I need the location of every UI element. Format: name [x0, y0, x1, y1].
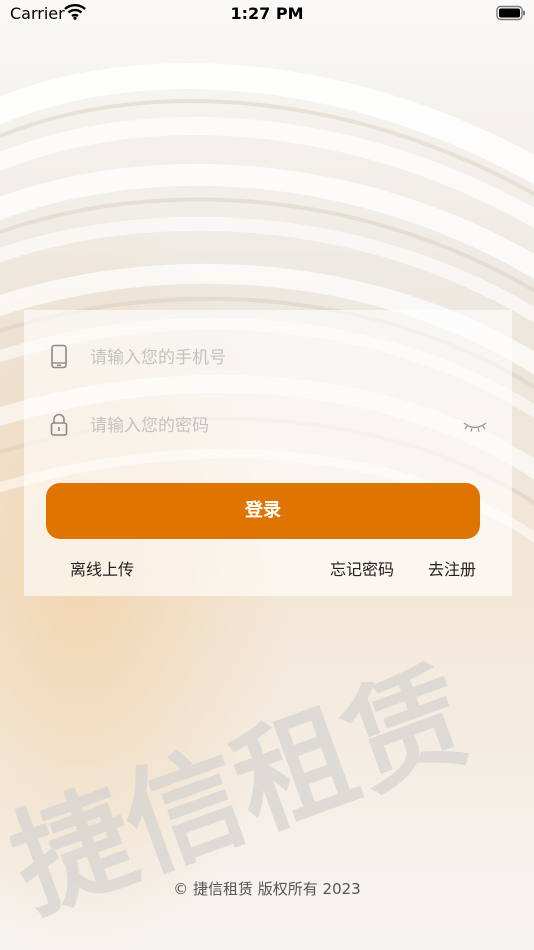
phone-input[interactable] — [88, 342, 452, 374]
login-screen: Carrier 1:27 PM 请输入您的手机号 登录 离线上传 忘记密码 去注… — [0, 0, 534, 950]
password-input[interactable] — [88, 410, 452, 442]
lock-icon — [50, 413, 68, 436]
eye-closed-icon[interactable] — [462, 416, 488, 436]
register-link[interactable]: 去注册 — [428, 556, 476, 580]
login-form: 登录 离线上传 忘记密码 去注册 — [24, 310, 512, 596]
status-bar: Carrier 1:27 PM — [0, 0, 534, 30]
copyright-footer: © 捷信租赁 版权所有 2023 — [173, 880, 361, 898]
offline-upload-link[interactable]: 离线上传 — [70, 556, 134, 580]
battery-icon — [496, 5, 525, 21]
status-time: 1:27 PM — [230, 4, 304, 23]
forgot-password-link[interactable]: 忘记密码 — [330, 556, 394, 580]
password-field — [48, 406, 488, 446]
login-button[interactable]: 登录 — [46, 483, 480, 539]
phone-field — [48, 338, 488, 378]
mobile-phone-icon — [51, 344, 67, 369]
